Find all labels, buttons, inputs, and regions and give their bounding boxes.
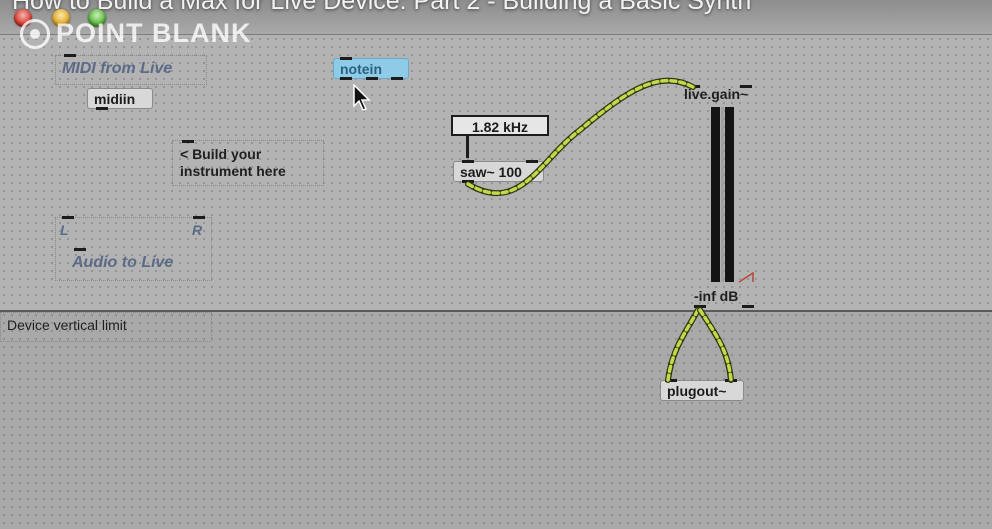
build-instrument-inlet[interactable]: [182, 140, 194, 143]
brand-logo-icon: [20, 18, 50, 49]
brand-name: POINT BLANK: [56, 18, 252, 48]
window-title-bar: How to Build a Max for Live Device: Part…: [0, 0, 992, 49]
patcher-canvas-below-limit[interactable]: [0, 311, 992, 529]
number-to-saw-cord: [466, 136, 469, 158]
live-gain-label: live.gain~: [684, 86, 749, 102]
max-patcher-window: How to Build a Max for Live Device: Part…: [0, 0, 992, 529]
audio-to-live-label: Audio to Live: [72, 254, 174, 271]
frequency-value: 1.82 kHz: [471, 119, 529, 135]
saw-object[interactable]: saw~ 100: [453, 160, 544, 183]
live-gain-slider[interactable]: [711, 107, 737, 282]
midiin-outlet[interactable]: [96, 107, 108, 110]
audio-left-inlet[interactable]: [62, 216, 74, 219]
plugout-inlet-right[interactable]: [725, 379, 737, 382]
plugout-text: plugout~: [667, 383, 727, 399]
notein-outlet-3[interactable]: [391, 77, 403, 80]
live-gain-outlet-1[interactable]: [694, 305, 706, 308]
saw-inlet-2[interactable]: [526, 160, 538, 163]
live-gain-db-readout: -inf dB: [694, 288, 739, 304]
notein-object[interactable]: notein: [333, 57, 409, 80]
right-channel-label: R: [192, 222, 203, 238]
live-gain-outlet-2[interactable]: [742, 305, 754, 308]
saw-inlet-1[interactable]: [462, 160, 474, 163]
notein-text: notein: [340, 61, 382, 77]
video-title: How to Build a Max for Live Device: Part…: [12, 0, 752, 15]
saw-outlet[interactable]: [462, 180, 474, 183]
live-gain-resize-handle[interactable]: [738, 271, 754, 283]
build-instrument-comment: < Build your instrument here: [180, 146, 286, 180]
frequency-number-box[interactable]: 1.82 kHz: [451, 115, 549, 136]
midiin-object[interactable]: midiin: [87, 88, 153, 110]
mouse-pointer-icon: [353, 84, 371, 111]
audio-to-live-inlet[interactable]: [74, 248, 86, 251]
plugout-object[interactable]: plugout~: [660, 379, 744, 401]
device-vertical-limit-label: Device vertical limit: [7, 317, 127, 333]
midi-from-live-outlet[interactable]: [64, 54, 76, 57]
midiin-text: midiin: [94, 91, 136, 107]
brand-watermark: POINT BLANK: [20, 18, 252, 49]
plugout-inlet-left[interactable]: [665, 379, 677, 382]
notein-inlet[interactable]: [340, 57, 352, 60]
saw-text: saw~ 100: [460, 164, 522, 180]
midi-from-live-label: MIDI from Live: [62, 60, 173, 77]
build-instrument-line2: instrument here: [180, 163, 286, 179]
left-channel-label: L: [60, 222, 69, 238]
build-instrument-line1: < Build your: [180, 146, 262, 162]
live-gain-meter-divider: [721, 107, 724, 282]
live-gain-meter-right: [725, 107, 734, 282]
notein-outlet-2[interactable]: [366, 77, 378, 80]
notein-outlet-1[interactable]: [340, 77, 352, 80]
audio-right-inlet[interactable]: [193, 216, 205, 219]
live-gain-meter-left: [711, 107, 720, 282]
